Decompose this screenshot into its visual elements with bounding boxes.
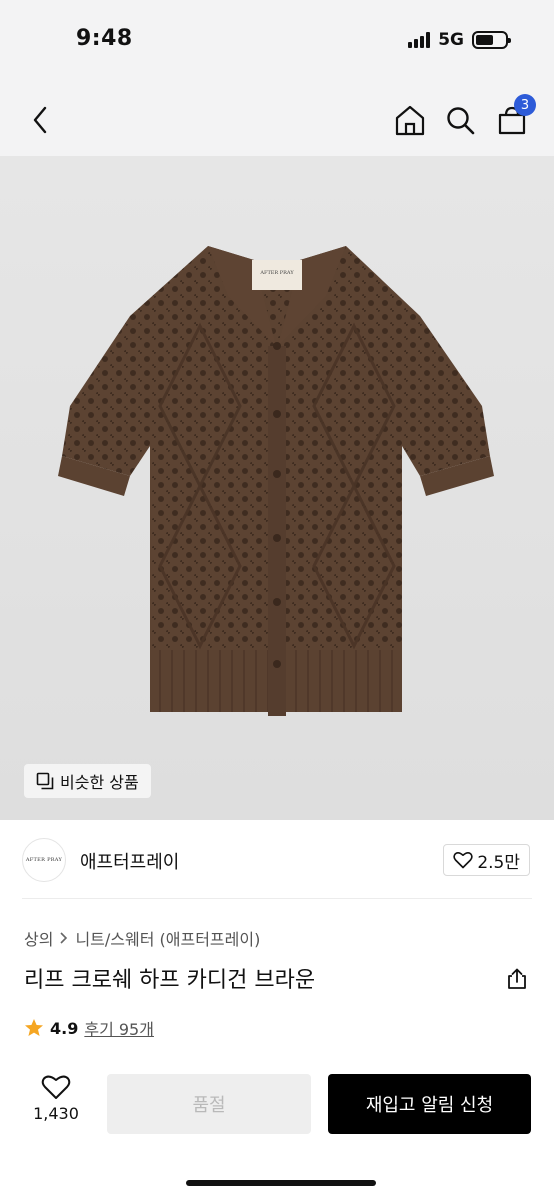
share-icon — [508, 968, 526, 989]
top-area: 9:48 5G 3 — [0, 0, 554, 156]
battery-icon — [472, 31, 511, 49]
back-button[interactable] — [22, 100, 58, 140]
brand-row: AFTER PRAY 애프터프레이 2.5만 — [0, 836, 554, 886]
network-type: 5G — [438, 30, 464, 50]
restock-alert-button[interactable]: 재입고 알림 신청 — [328, 1074, 531, 1134]
home-icon — [395, 105, 425, 136]
copy-icon — [36, 772, 54, 790]
divider — [22, 898, 532, 899]
chevron-left-icon — [33, 106, 47, 134]
status-indicators: 5G — [408, 30, 511, 50]
star-icon — [25, 1019, 43, 1036]
home-button[interactable] — [392, 100, 428, 140]
reviews-link[interactable]: 후기 95개 — [84, 1016, 154, 1040]
wishlist-count: 1,430 — [33, 1104, 79, 1123]
search-button[interactable] — [442, 100, 478, 140]
breadcrumb-category[interactable]: 상의 — [24, 926, 53, 950]
garment-label-text: AFTER PRAY — [259, 270, 294, 276]
brand-like-button[interactable]: 2.5만 — [443, 844, 530, 876]
brand-logo[interactable]: AFTER PRAY — [22, 838, 66, 882]
search-icon — [447, 107, 475, 135]
rating-row: 4.9 후기 95개 — [24, 1016, 154, 1040]
heart-icon — [41, 1075, 71, 1099]
heart-icon — [453, 852, 473, 869]
breadcrumb-subcategory[interactable]: 니트/스웨터 (애프터프레이) — [75, 926, 260, 950]
breadcrumb: 상의 니트/스웨터 (애프터프레이) — [24, 926, 260, 950]
wishlist-button[interactable]: 1,430 — [24, 1074, 88, 1123]
signal-icon — [408, 32, 431, 48]
product-title: 리프 크로쉐 하프 카디건 브라운 — [24, 968, 316, 993]
home-indicator — [186, 1180, 376, 1186]
cart-count-badge: 3 — [514, 94, 536, 116]
cart-button[interactable]: 3 — [494, 94, 536, 140]
product-image[interactable]: AFTER PRAY 비슷한 상품 — [0, 156, 554, 820]
brand-name[interactable]: 애프터프레이 — [80, 848, 179, 874]
status-time: 9:48 — [76, 26, 133, 51]
share-button[interactable] — [504, 966, 530, 992]
rating-score: 4.9 — [50, 1018, 79, 1038]
cardigan-image: AFTER PRAY — [58, 246, 494, 716]
similar-products-label: 비슷한 상품 — [60, 773, 139, 792]
chevron-right-icon — [60, 932, 68, 944]
bottom-action-bar: 1,430 품절 재입고 알림 신청 — [0, 1060, 554, 1200]
brand-like-count: 2.5만 — [477, 852, 520, 873]
similar-products-button[interactable]: 비슷한 상품 — [24, 764, 151, 798]
soldout-button: 품절 — [107, 1074, 311, 1134]
brand-logo-text: AFTER PRAY — [25, 857, 63, 863]
